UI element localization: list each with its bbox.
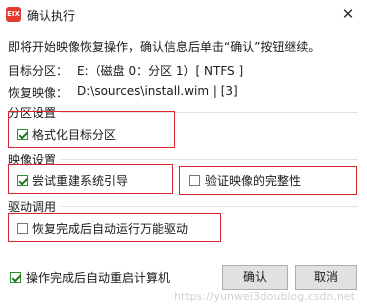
image-settings-divider — [60, 159, 358, 160]
cancel-button[interactable]: 取消 — [295, 265, 357, 290]
window-title: 确认执行 — [27, 9, 76, 23]
highlight-box-verify — [179, 166, 357, 195]
title-bar: EIX 确认执行 ✕ — [0, 0, 367, 30]
target-partition-value: E:（磁盘 0：分区 1）[ NTFS ] — [77, 64, 244, 78]
recovery-image-row: 恢复映像： — [8, 84, 68, 101]
target-partition-label: 目标分区： — [8, 64, 69, 78]
auto-restart-checkbox[interactable] — [10, 272, 21, 283]
driver-settings-divider — [60, 206, 358, 207]
app-icon: EIX — [6, 7, 21, 22]
intro-text: 即将开始映像恢复操作，确认信息后单击“确认”按钮继续。 — [8, 40, 321, 54]
watermark-text: https://yunwei3doublog.csdn.net — [174, 290, 355, 303]
recovery-image-label: 恢复映像： — [8, 86, 69, 100]
recovery-image-value: D:\sources\install.wim | [3] — [77, 84, 238, 98]
confirm-button[interactable]: 确认 — [222, 265, 288, 290]
highlight-box-partition — [8, 111, 175, 148]
auto-restart-label[interactable]: 操作完成后自动重启计算机 — [26, 269, 170, 286]
highlight-box-driver — [8, 213, 221, 242]
highlight-box-rebuild — [8, 164, 173, 194]
target-partition-row: 目标分区： — [8, 62, 68, 79]
close-icon[interactable]: ✕ — [339, 5, 357, 23]
